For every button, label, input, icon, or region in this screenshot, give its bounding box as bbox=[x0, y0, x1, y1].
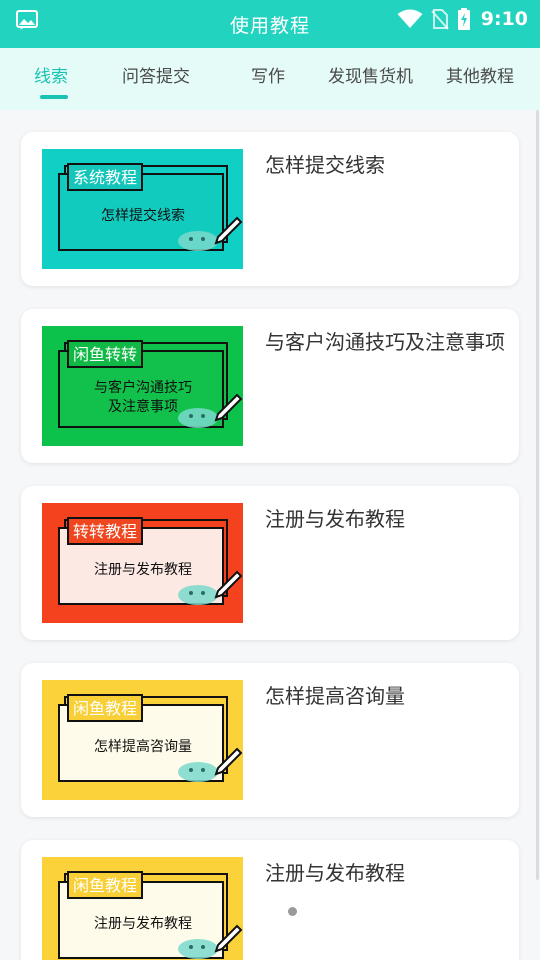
active-tab-indicator bbox=[40, 95, 68, 99]
pencil-icon bbox=[214, 924, 243, 953]
pencil-icon bbox=[214, 570, 243, 599]
tutorial-card[interactable]: 闲鱼转转 与客户沟通技巧 及注意事项 与客户沟通技巧及注意事项 bbox=[21, 309, 519, 463]
tutorial-card[interactable]: 转转教程 注册与发布教程 注册与发布教程 bbox=[21, 486, 519, 640]
tutorial-thumbnail: 闲鱼转转 与客户沟通技巧 及注意事项 bbox=[42, 326, 243, 446]
wifi-icon bbox=[397, 9, 423, 28]
page-indicator-dot bbox=[288, 907, 297, 916]
thumbnail-caption: 注册与发布教程 bbox=[94, 916, 192, 932]
status-time: 9:10 bbox=[480, 8, 528, 30]
pencil-icon bbox=[214, 747, 243, 776]
thumbnail-tag: 闲鱼转转 bbox=[67, 340, 144, 368]
tutorial-card[interactable]: 闲鱼教程 注册与发布教程 注册与发布教程 bbox=[21, 840, 519, 960]
thumbnail-caption-line: 与客户沟通技巧 bbox=[94, 380, 192, 396]
tutorial-title[interactable]: 怎样提交线索 bbox=[265, 150, 505, 180]
tutorial-title[interactable]: 注册与发布教程 bbox=[265, 504, 505, 534]
tab-other-tutorials[interactable]: 其他教程 bbox=[446, 62, 514, 87]
thumbnail-caption: 注册与发布教程 bbox=[94, 562, 192, 578]
tab-qa-submit[interactable]: 问答提交 bbox=[122, 62, 190, 87]
tab-clues[interactable]: 线索 bbox=[34, 62, 68, 87]
tutorial-title[interactable]: 怎样提高咨询量 bbox=[265, 681, 505, 711]
status-bar: 9:10 bbox=[397, 8, 528, 30]
thumbnail-tag: 系统教程 bbox=[67, 163, 144, 191]
tab-writing[interactable]: 写作 bbox=[251, 62, 285, 87]
tutorial-title[interactable]: 注册与发布教程 bbox=[265, 858, 505, 888]
thumbnail-caption: 怎样提高咨询量 bbox=[94, 739, 192, 755]
pencil-icon bbox=[214, 393, 243, 422]
thumbnail-tag: 闲鱼教程 bbox=[67, 694, 144, 722]
thumbnail-tag: 转转教程 bbox=[67, 517, 144, 545]
no-sim-icon bbox=[430, 9, 449, 30]
pencil-icon bbox=[214, 216, 243, 245]
category-tabs: 线索 问答提交 写作 发现售货机 其他教程 bbox=[0, 48, 540, 110]
tutorial-card[interactable]: 系统教程 怎样提交线索 怎样提交线索 bbox=[21, 132, 519, 286]
app-header: 使用教程 9:10 bbox=[0, 0, 540, 48]
thumbnail-tag: 闲鱼教程 bbox=[67, 871, 144, 899]
tutorial-thumbnail: 转转教程注册与发布教程 bbox=[42, 503, 243, 623]
tab-vending-machine[interactable]: 发现售货机 bbox=[328, 62, 413, 87]
thumbnail-caption: 怎样提交线索 bbox=[101, 208, 185, 224]
tutorial-thumbnail: 闲鱼教程注册与发布教程 bbox=[42, 857, 243, 960]
scrollbar[interactable] bbox=[536, 110, 539, 880]
tutorial-thumbnail: 闲鱼教程怎样提高咨询量 bbox=[42, 680, 243, 800]
tutorial-card[interactable]: 闲鱼教程 怎样提高咨询量 怎样提高咨询量 bbox=[21, 663, 519, 817]
tutorial-title[interactable]: 与客户沟通技巧及注意事项 bbox=[265, 327, 505, 357]
tutorial-thumbnail: 系统教程怎样提交线索 bbox=[42, 149, 243, 269]
battery-charging-icon bbox=[457, 8, 470, 30]
